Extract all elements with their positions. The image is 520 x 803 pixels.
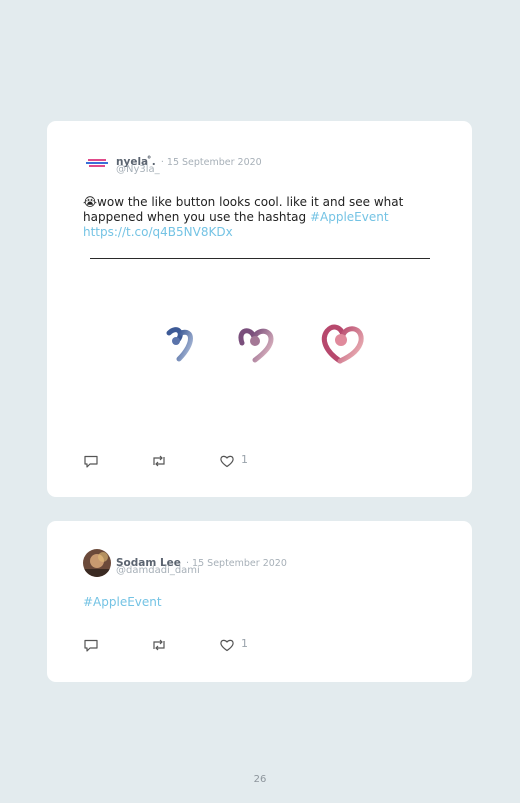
tweet-text: 😭wow the like button looks cool. like it…: [83, 195, 413, 240]
tweet-card: Sodam Lee · 15 September 2020 @damdadi_d…: [47, 521, 472, 682]
retweet-icon: [153, 455, 165, 467]
emoji: 😭: [83, 195, 98, 209]
reply-button[interactable]: [83, 637, 99, 653]
reply-button[interactable]: [83, 453, 99, 469]
avatar-image: [83, 148, 111, 176]
heart-frame-1: [166, 327, 193, 362]
avatar[interactable]: [83, 549, 111, 577]
hashtag-link[interactable]: #AppleEvent: [83, 595, 162, 609]
like-icon: [220, 639, 234, 652]
page-number: 26: [253, 774, 267, 785]
heart-animation-image: [166, 324, 364, 364]
tweet-header: nyela ̊. · 15 September 2020 @Ny3la_: [83, 148, 443, 180]
like-button[interactable]: 1: [219, 453, 259, 469]
heart-frame-2: [238, 328, 274, 363]
divider: [90, 258, 430, 259]
reply-icon: [84, 455, 98, 468]
tweet-text: #AppleEvent: [83, 595, 162, 610]
tweet-actions: 1: [83, 453, 283, 469]
user-handle[interactable]: @Ny3la_: [116, 164, 160, 175]
like-button[interactable]: 1: [219, 637, 259, 653]
tweet-date[interactable]: · 15 September 2020: [161, 157, 262, 168]
avatar-image: [83, 549, 111, 577]
retweet-button[interactable]: [150, 453, 168, 469]
retweet-icon: [153, 639, 165, 651]
like-count: 1: [241, 637, 248, 650]
user-handle[interactable]: @damdadi_dami: [116, 565, 200, 576]
tweet-date[interactable]: · 15 September 2020: [186, 558, 287, 569]
like-icon: [220, 455, 234, 468]
avatar[interactable]: [83, 148, 111, 176]
like-count: 1: [241, 453, 248, 466]
url-link[interactable]: https://t.co/q4B5NV8KDx: [83, 225, 233, 239]
tweet-header: Sodam Lee · 15 September 2020 @damdadi_d…: [83, 549, 443, 581]
reply-icon: [84, 639, 98, 652]
heart-frame-3: [321, 324, 364, 364]
retweet-button[interactable]: [150, 637, 168, 653]
tweet-actions: 1: [83, 637, 283, 653]
tweet-card: nyela ̊. · 15 September 2020 @Ny3la_ 😭wo…: [47, 121, 472, 497]
hashtag-link[interactable]: #AppleEvent: [310, 210, 389, 224]
